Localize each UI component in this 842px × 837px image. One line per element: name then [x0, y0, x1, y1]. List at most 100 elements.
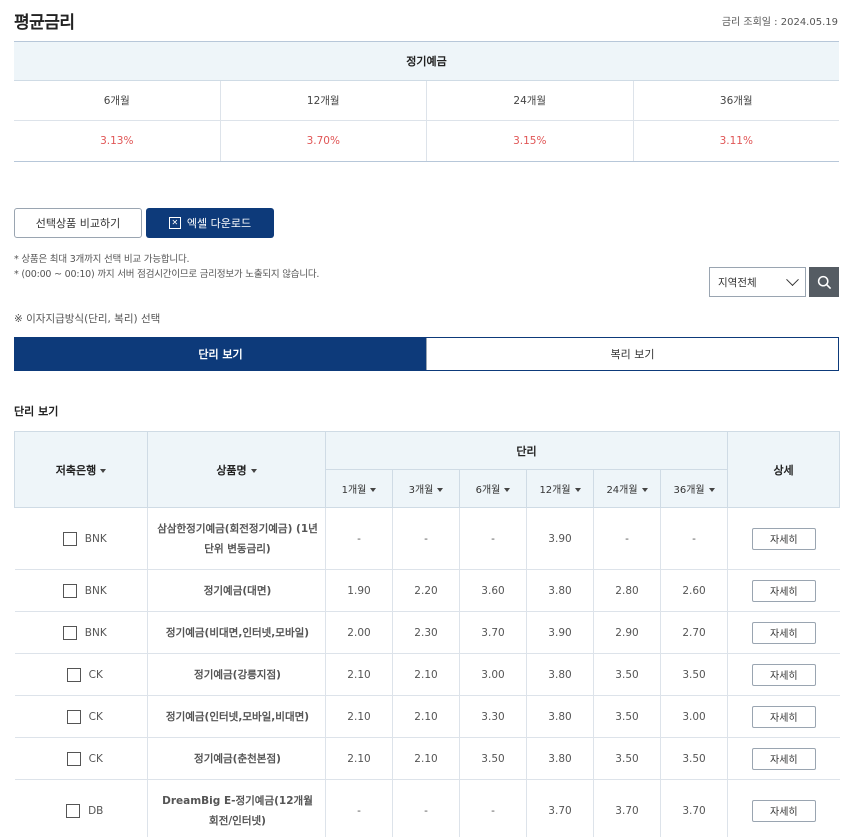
bank-name: CK: [88, 668, 103, 681]
detail-cell: 자세히: [727, 737, 840, 780]
detail-button[interactable]: 자세히: [751, 663, 816, 686]
rate-cell: 2.10: [392, 653, 460, 696]
rate-cell: 2.00: [325, 611, 393, 654]
header-term-label: 6개월: [475, 485, 501, 496]
bank-cell: BNK: [14, 611, 148, 654]
select-checkbox[interactable]: [62, 531, 77, 546]
average-rate-heading: 정기예금: [14, 42, 839, 81]
table-row: DB DreamBig E-정기예금(12개월 회전/인터넷) - - -3.70 3.7…: [14, 779, 840, 837]
detail-button[interactable]: 자세히: [751, 799, 816, 822]
select-checkbox[interactable]: [66, 751, 81, 766]
sort-caret-icon: [437, 488, 444, 492]
header-simple-group: 단리: [324, 431, 729, 470]
rate-cell: -: [392, 779, 460, 837]
bank-name: BNK: [84, 532, 107, 545]
product-name-link[interactable]: 삼삼한정기예금(회전정기예금) (1년단위 변동금리): [147, 507, 326, 570]
header-term-6m[interactable]: 6개월: [459, 469, 527, 508]
table-row: CK 정기예금(춘천본점) 2.10 2.10 3.50 3.80 3.50 3.50 자세히: [14, 737, 840, 780]
detail-button[interactable]: 자세히: [751, 621, 816, 644]
rate-cell: 2.20: [392, 569, 460, 612]
table-row: BNK 정기예금(비대면,인터넷,모바일) 2.00 2.30 3.70 3.90 2.90…: [14, 611, 840, 654]
detail-cell: 자세히: [727, 507, 840, 570]
bank-cell: CK: [14, 653, 148, 696]
header-bank-label: 저축은행: [55, 463, 97, 477]
region-select[interactable]: 지역전체: [709, 267, 806, 297]
select-checkbox[interactable]: [66, 803, 81, 818]
product-name-link[interactable]: 정기예금(춘천본점): [147, 737, 326, 780]
compare-selected-button[interactable]: 선택상품 비교하기: [14, 208, 142, 238]
rate-cell: 3.70: [659, 779, 728, 837]
rate-cell: 3.70: [593, 779, 661, 837]
header-product[interactable]: 상품명: [147, 431, 326, 508]
product-name-link[interactable]: 정기예금(비대면,인터넷,모바일): [147, 611, 326, 654]
rate-cell: 2.10: [325, 695, 393, 738]
tab-compound-interest[interactable]: 복리 보기: [426, 338, 838, 370]
rate-cell: 1.90: [325, 569, 393, 612]
header-term-3m[interactable]: 3개월: [392, 469, 460, 508]
query-date: 금리 조회일 : 2024.05.19: [721, 17, 838, 28]
header-term-36m[interactable]: 36개월: [659, 469, 729, 508]
avg-rate-6m: 3.13%: [100, 135, 134, 147]
rate-cell: 3.70: [526, 779, 594, 837]
bank-cell: BNK: [14, 507, 148, 570]
avg-rate-12m: 3.70%: [219, 121, 427, 161]
sort-caret-icon: [504, 488, 511, 492]
product-name-link[interactable]: 정기예금(인터넷,모바일,비대면): [147, 695, 326, 738]
product-name-link[interactable]: DreamBig E-정기예금(12개월 회전/인터넷): [147, 779, 326, 837]
interest-method-note: ※ 이자지급방식(단리, 복리) 선택: [14, 313, 161, 325]
avg-rate-36m: 3.11%: [632, 121, 840, 161]
rate-cell: -: [659, 507, 728, 570]
tab-simple-interest[interactable]: 단리 보기: [15, 338, 426, 370]
header-term-label: 12개월: [539, 485, 571, 496]
select-checkbox[interactable]: [66, 709, 81, 724]
rate-cell: 2.10: [325, 653, 393, 696]
bank-name: CK: [88, 710, 103, 723]
header-term-1m[interactable]: 1개월: [325, 469, 393, 508]
region-select-value: 지역전체: [718, 276, 757, 289]
detail-button[interactable]: 자세히: [751, 705, 816, 728]
header-term-24m[interactable]: 24개월: [593, 469, 661, 508]
term-24m: 24개월: [426, 81, 633, 120]
header-term-12m[interactable]: 12개월: [526, 469, 594, 508]
header-term-label: 24개월: [606, 485, 638, 496]
header-bank[interactable]: 저축은행: [14, 431, 148, 508]
detail-cell: 자세히: [727, 653, 840, 696]
bank-name: DB: [88, 804, 104, 817]
table-row: BNK 정기예금(대면) 1.90 2.20 3.60 3.80 2.80 2.60 자세히: [14, 569, 840, 612]
rate-cell: 3.80: [526, 569, 594, 612]
rate-cell: 3.60: [459, 569, 527, 612]
select-checkbox[interactable]: [62, 625, 77, 640]
sort-caret-icon: [100, 468, 107, 473]
rate-cell: 2.60: [659, 569, 728, 612]
average-rate-terms-row: 6개월 12개월 24개월 36개월: [14, 81, 839, 121]
rate-cell: 3.00: [659, 695, 728, 738]
rate-cell: 3.50: [659, 737, 728, 780]
term-6m: 6개월: [103, 95, 130, 107]
note-maintenance: * (00:00 ~ 00:10) 까지 서버 점검시간이므로 금리정보가 노출…: [14, 269, 320, 280]
detail-button[interactable]: 자세히: [751, 747, 816, 770]
search-button[interactable]: [809, 267, 839, 297]
product-name-link[interactable]: 정기예금(강릉지점): [147, 653, 326, 696]
search-icon: [817, 275, 831, 289]
avg-rate-24m: 3.15%: [426, 121, 633, 161]
section-title: 단리 보기: [14, 405, 59, 418]
note-compare-limit: * 상품은 최대 3개까지 선택 비교 가능합니다.: [14, 254, 190, 265]
select-checkbox[interactable]: [66, 667, 81, 682]
sort-caret-icon: [641, 488, 648, 492]
detail-button[interactable]: 자세히: [751, 579, 816, 602]
detail-cell: 자세히: [727, 779, 840, 837]
excel-download-button[interactable]: ✕ 엑셀 다운로드: [146, 208, 274, 238]
bank-name: BNK: [84, 584, 107, 597]
rate-cell: 3.50: [593, 653, 661, 696]
bank-name: BNK: [84, 626, 107, 639]
excel-icon: ✕: [168, 217, 181, 229]
detail-cell: 자세히: [727, 695, 840, 738]
select-checkbox[interactable]: [62, 583, 77, 598]
table-row: CK 정기예금(강릉지점) 2.10 2.10 3.00 3.80 3.50 3.50 자세히: [14, 653, 840, 696]
bank-cell: CK: [14, 737, 148, 780]
rate-cell: -: [593, 507, 661, 570]
rate-cell: 3.70: [459, 611, 527, 654]
chevron-down-icon: [786, 272, 799, 286]
product-name-link[interactable]: 정기예금(대면): [147, 569, 326, 612]
detail-button[interactable]: 자세히: [751, 527, 816, 550]
